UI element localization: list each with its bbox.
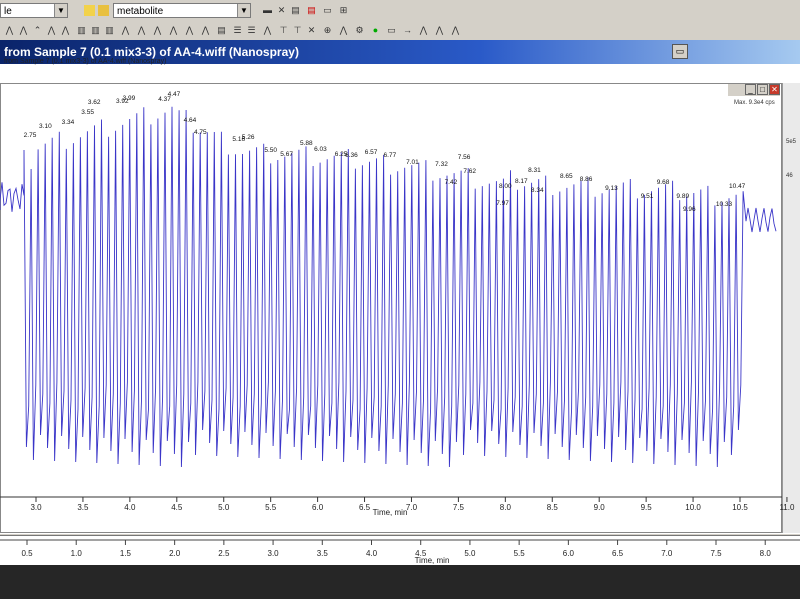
desk-background (0, 565, 800, 599)
lower-tick-label: 0.5 (21, 549, 33, 558)
x-tick-label: 7.5 (453, 503, 465, 512)
x-tick-label: 5.0 (218, 503, 230, 512)
peak-label: 9.96 (683, 206, 696, 213)
lower-axis-label: Time, min (415, 556, 450, 565)
peak-label: 7.01 (406, 159, 419, 166)
peak-label: 5.26 (242, 134, 255, 141)
x-tick-label: 10.0 (685, 503, 701, 512)
x-tick-label: 7.0 (406, 503, 418, 512)
peak-label: 8.31 (528, 167, 541, 174)
peak-label: 8.34 (531, 187, 544, 194)
lower-tick-label: 1.5 (120, 549, 132, 558)
peak-label: 4.47 (168, 91, 181, 98)
peak-label: 6.77 (384, 152, 397, 159)
peak-label: 8.86 (580, 176, 593, 183)
peak-label: 9.89 (676, 193, 689, 200)
lower-tick-label: 1.0 (71, 549, 83, 558)
lower-tick-label: 2.5 (218, 549, 230, 558)
peak-label: 4.64 (184, 117, 197, 124)
peak-label: 4.75 (194, 129, 207, 136)
peak-label: 5.50 (264, 147, 277, 154)
x-tick-label: 11.0 (779, 503, 795, 512)
peak-label: 6.36 (345, 152, 358, 159)
lower-tick-label: 7.5 (710, 549, 722, 558)
x-tick-label: 5.5 (265, 503, 277, 512)
peak-label: 9.68 (657, 179, 670, 186)
app-window: le ▼ metabolite ▼ ▬ ✕ ▤ ▤ ▭ ⊞ ⋀ ⋀ ⌃ ⋀ ⋀ … (0, 0, 800, 599)
lower-tick-label: 2.0 (169, 549, 181, 558)
peak-label: 7.62 (463, 168, 476, 175)
x-tick-label: 3.0 (30, 503, 42, 512)
lower-tick-label: 8.0 (760, 549, 772, 558)
peak-label: 9.13 (605, 185, 618, 192)
peak-label: 3.34 (62, 119, 75, 126)
peak-label: 7.42 (445, 179, 458, 186)
chromatogram-line (0, 106, 777, 468)
peak-label: 6.03 (314, 146, 327, 153)
x-tick-label: 6.5 (359, 503, 371, 512)
peak-label: 3.99 (123, 95, 136, 102)
x-tick-label: 3.5 (77, 503, 89, 512)
peak-labels: 2.753.103.343.553.62 3.923.99 4.374.474.64… (24, 91, 746, 213)
peak-label: 9.51 (641, 193, 654, 200)
lower-tick-label: 4.0 (366, 549, 378, 558)
lower-tick-label: 6.0 (563, 549, 575, 558)
lower-tick-label: 3.0 (268, 549, 280, 558)
peak-label: 7.97 (496, 200, 509, 207)
peak-label: 8.00 (499, 183, 512, 190)
chromatogram-plot[interactable]: 2.753.103.343.553.62 3.923.99 4.374.474.64… (0, 0, 800, 535)
x-tick-label: 8.5 (547, 503, 559, 512)
x-axis-label: Time, min (373, 508, 408, 517)
peak-label: 5.67 (280, 151, 293, 158)
lower-tick-label: 6.5 (612, 549, 624, 558)
lower-chromatogram-pane: 0.5 1.0 1.5 2.0 2.5 3.0 3.5 4.0 4.5 5.0 5.5 6.0 6.5 7… (0, 535, 800, 566)
lower-axis: 0.5 1.0 1.5 2.0 2.5 3.0 3.5 4.0 4.5 5.0 5.5 6.0 6.5 7… (0, 539, 800, 565)
x-tick-label: 9.0 (594, 503, 606, 512)
peak-label: 3.55 (81, 109, 94, 116)
peak-label: 7.56 (458, 154, 471, 161)
peak-label: 10.33 (716, 201, 733, 208)
peak-label: 8.17 (515, 178, 528, 185)
peak-label: 10.47 (729, 183, 746, 190)
peak-label: 8.65 (560, 173, 573, 180)
x-tick-label: 6.0 (312, 503, 324, 512)
x-tick-label: 4.5 (171, 503, 183, 512)
lower-tick-label: 3.5 (317, 549, 329, 558)
lower-tick-label: 7.0 (661, 549, 673, 558)
x-axis-ticks: 3.0 3.5 4.0 4.5 5.0 5.5 6.0 6.5 7.0 7.5 8.0 8.5 9.0 9… (30, 497, 795, 512)
lower-tick-label: 5.5 (514, 549, 526, 558)
peak-label: 6.57 (365, 149, 378, 156)
peak-label: 2.75 (24, 132, 37, 139)
peak-label: 5.88 (300, 140, 313, 147)
lower-axis-ticks: 0.5 1.0 1.5 2.0 2.5 3.0 3.5 4.0 4.5 5.0 5.5 6.0 6.5 7… (21, 540, 771, 558)
x-tick-label: 9.5 (641, 503, 653, 512)
x-tick-label: 10.5 (732, 503, 748, 512)
chromatogram-trace (0, 106, 777, 468)
x-tick-label: 8.0 (500, 503, 512, 512)
peak-label: 7.32 (435, 161, 448, 168)
x-tick-label: 4.0 (124, 503, 136, 512)
lower-tick-label: 5.0 (464, 549, 476, 558)
peak-label: 3.62 (88, 99, 101, 106)
peak-label: 3.10 (39, 123, 52, 130)
